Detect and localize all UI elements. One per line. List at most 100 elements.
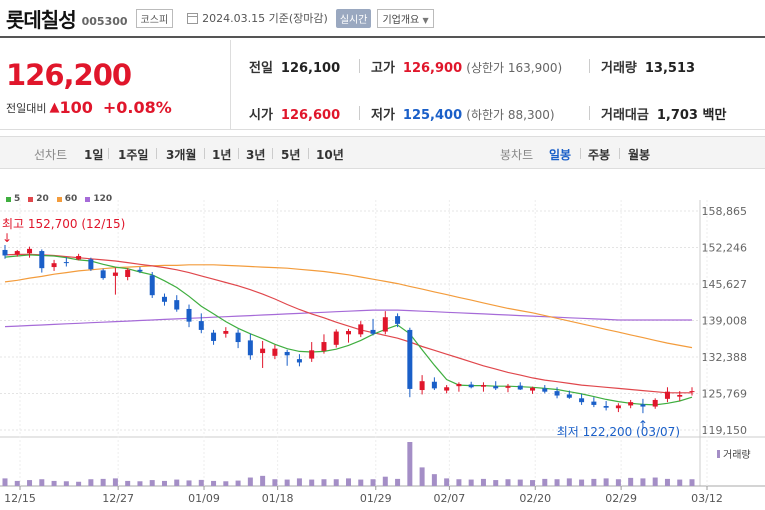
candle-body [2,249,8,256]
low-annotation: 최저 122,200 (03/07) [557,425,680,439]
volume-label: 거래량 [723,449,751,461]
volume-bar [456,479,462,486]
candle-body [517,385,523,390]
candle-body [125,269,131,277]
volume-bar [628,477,634,486]
volume-bar [505,479,511,486]
volume-bar [137,481,143,486]
candle-body [640,404,646,407]
candle-body [628,402,634,406]
volume-bar [419,467,425,486]
volume-bar [677,479,683,486]
volume-bar [431,474,437,486]
candle-body [186,308,192,322]
volume-bar [284,479,290,486]
volume-bar [640,478,646,486]
volume-bar [579,479,585,486]
volume-bar [333,479,339,486]
candle-body [296,359,302,363]
y-tick-label: 132,388 [702,351,748,364]
x-tick-label: 12/15 [4,492,36,505]
y-tick-label: 139,008 [702,315,748,328]
volume-bar [542,478,548,486]
x-tick-label: 12/27 [102,492,134,505]
x-tick-label: 02/20 [519,492,551,505]
volume-bar [382,476,388,486]
candle-body [493,386,499,389]
volume-bar [603,478,609,486]
candle-body [223,331,229,334]
x-tick-label: 01/18 [262,492,294,505]
volume-bar [39,479,45,486]
volume-bar [296,478,302,486]
volume-bar [468,479,474,486]
volume-bar [615,479,621,486]
volume-bar [652,477,658,486]
volume-bar [395,478,401,486]
candle-body [247,340,253,356]
volume-bar [272,479,278,486]
candle-body [407,329,413,389]
volume-bar [125,480,131,486]
candle-body [174,300,180,310]
volume-bar [223,481,229,486]
volume-legend-swatch [717,450,720,458]
candle-body [100,270,106,279]
candle-body [149,275,155,296]
volume-bar [63,481,69,486]
ma120-line [4,309,692,328]
candle-body [689,391,695,393]
candle-body [137,269,143,272]
stock-page: 롯데칠성 005300 코스피 2024.03.15 기준(장마감) 실시간 기… [0,0,765,510]
candle-body [333,331,339,345]
high-arrow-icon: ↓ [2,231,12,245]
candle-body [591,401,597,405]
y-tick-label: 119,150 [702,424,748,437]
candle-body [566,394,572,398]
volume-bar [321,479,327,486]
candle-body [14,251,20,255]
candle-body [456,383,462,387]
volume-bar [591,478,597,486]
volume-bar [100,478,106,486]
volume-bar [149,480,155,486]
candle-body [554,391,560,396]
volume-bar [2,478,8,486]
candle-body [444,387,450,391]
volume-bar [346,478,351,486]
candle-body [480,385,486,387]
candle-body [161,296,167,302]
x-tick-label: 01/29 [360,492,392,505]
candlestick-chart[interactable]: 158,865 152,246 145,627 139,008 132,388 125,7… [0,0,765,510]
y-tick-label: 145,627 [702,278,748,291]
candle-body [382,317,388,332]
volume-bar [260,475,266,486]
candle-body [309,350,315,359]
candle-body [76,256,82,260]
volume-bar [198,479,204,486]
volume-bar [27,480,33,486]
high-annotation: 최고 152,700 (12/15) [2,217,125,231]
candle-body [603,406,609,408]
volume-bar [161,480,167,486]
candle-body [358,324,364,335]
candle-body [664,391,670,399]
candle-body [27,248,33,254]
volume-bar [247,477,253,486]
volume-bar [517,479,523,486]
volume-bar [444,478,450,486]
volume-bar [480,478,486,486]
candle-body [260,348,266,354]
y-tick-label: 158,865 [702,205,748,218]
candle-body [198,321,204,330]
candle-body [63,262,69,264]
volume-bar [554,479,560,486]
y-tick-label: 125,769 [702,388,748,401]
volume-bar [88,479,94,486]
candle-body [112,272,118,276]
candle-body [579,398,585,403]
candle-body [235,332,241,343]
x-tick-label: 02/07 [434,492,466,505]
y-tick-label: 152,246 [702,242,748,255]
candle-body [419,381,425,391]
